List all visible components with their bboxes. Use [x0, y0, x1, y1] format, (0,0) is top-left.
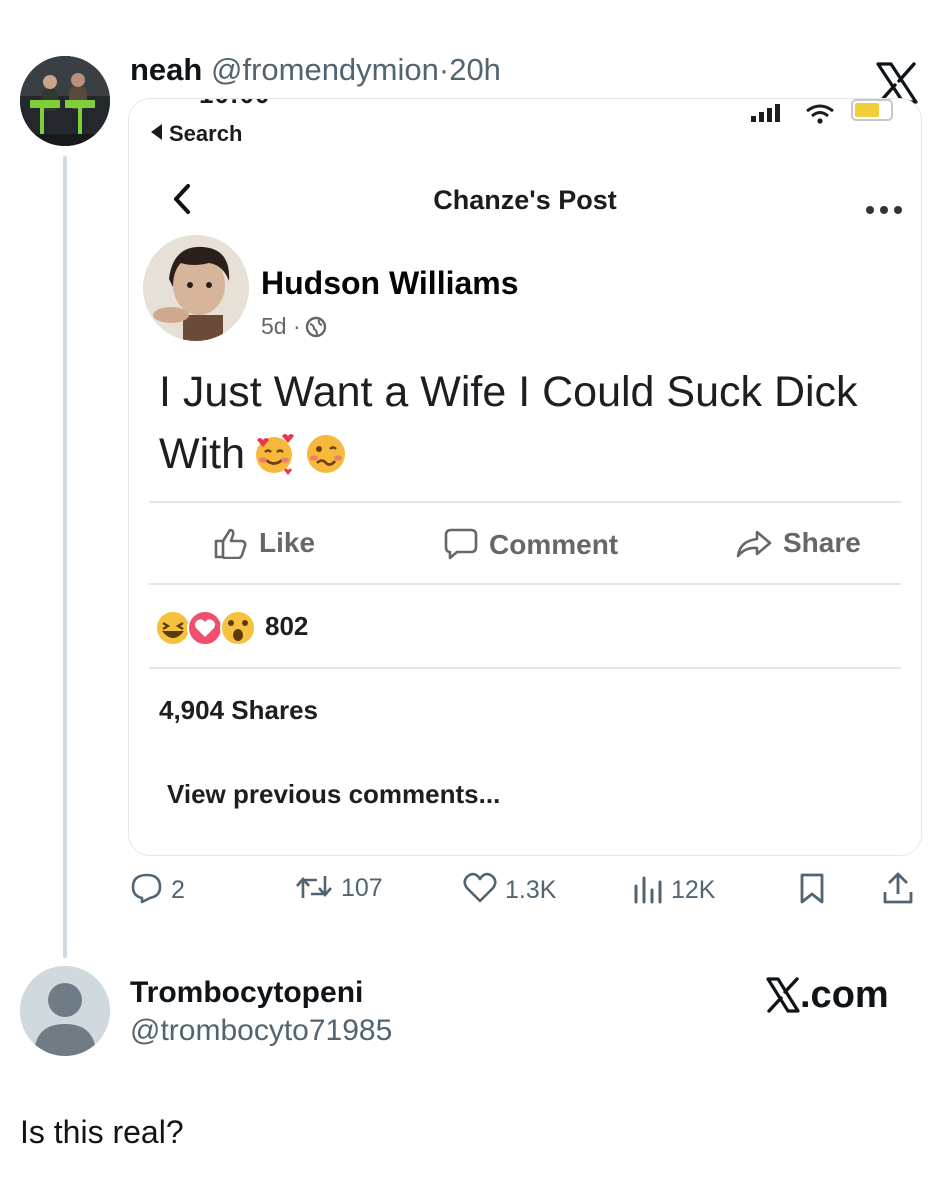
- share-arrow-icon: [736, 530, 772, 558]
- fb-author-name: Hudson Williams: [261, 265, 519, 301]
- divider: [149, 583, 901, 585]
- signal-icon: [751, 103, 785, 128]
- divider: [149, 501, 901, 503]
- comment-action: Comment: [443, 527, 618, 561]
- tweet-author-line: neah @fromendymion·20h: [130, 52, 501, 88]
- back-search-label: Search: [169, 121, 243, 146]
- repost-count: 107: [341, 874, 383, 902]
- more-options-icon: [865, 195, 903, 221]
- tweet-time[interactable]: 20h: [449, 52, 501, 87]
- x-logo-icon: [766, 977, 800, 1013]
- thumbs-up-icon: [214, 528, 247, 560]
- fb-author-avatar: [143, 235, 249, 341]
- wifi-icon: [805, 103, 835, 130]
- surprised-face-emoji: [220, 610, 256, 646]
- reply-count: 2: [171, 876, 185, 904]
- back-triangle-icon: [151, 124, 162, 140]
- reply-author-handle[interactable]: @trombocyto71985: [130, 1014, 392, 1048]
- x-com-watermark: .com: [766, 974, 889, 1017]
- thread-line: [63, 156, 67, 958]
- like-label: Like: [259, 527, 316, 558]
- reply-author-name[interactable]: Trombocytopeni: [130, 976, 363, 1010]
- comment-label: Comment: [489, 529, 619, 560]
- reply-button[interactable]: 2: [130, 872, 185, 905]
- battery-icon: [851, 99, 893, 121]
- views-button[interactable]: 12K: [632, 872, 715, 905]
- post-title: Chanze's Post: [433, 185, 617, 215]
- woozy-face-emoji: [303, 430, 349, 493]
- post-text-line2-wrap: With: [159, 423, 909, 493]
- share-upload-icon: [883, 872, 913, 904]
- smiling-face-with-hearts-emoji: [251, 430, 297, 493]
- reply-text: Is this real?: [20, 1114, 184, 1150]
- fb-post-age-text: 5d ·: [261, 313, 301, 339]
- comment-bubble-icon: [444, 528, 478, 560]
- share-label: Share: [783, 527, 861, 558]
- author-avatar[interactable]: [20, 56, 110, 146]
- reaction-icons: [153, 609, 263, 652]
- share-action: Share: [735, 527, 861, 559]
- reply-author-avatar[interactable]: [20, 966, 110, 1056]
- back-to-search: Search: [151, 121, 242, 147]
- divider: [149, 667, 901, 669]
- reaction-count: 802: [265, 611, 309, 641]
- status-bar-time: 10:00: [199, 99, 271, 110]
- embedded-screenshot[interactable]: 10:00 Search Chanze's Post: [128, 98, 922, 856]
- heart-icon: [463, 872, 497, 903]
- share-button[interactable]: [882, 872, 921, 907]
- author-name[interactable]: neah: [130, 52, 202, 87]
- view-previous-comments: View previous comments...: [167, 779, 501, 809]
- like-button[interactable]: 1.3K: [462, 872, 556, 905]
- separator-dot: ·: [438, 52, 450, 87]
- repost-button[interactable]: 107: [294, 872, 383, 903]
- reply-bubble-icon: [131, 873, 162, 904]
- like-action: Like: [213, 527, 316, 560]
- views-bar-chart-icon: [634, 876, 662, 904]
- like-count: 1.3K: [505, 876, 557, 904]
- views-count: 12K: [671, 876, 716, 904]
- laughing-face-emoji: [155, 610, 191, 646]
- bookmark-button[interactable]: [798, 872, 833, 905]
- fb-post-age: 5d ·: [261, 313, 327, 340]
- shares-count: 4,904 Shares: [159, 695, 319, 725]
- watermark-text: .com: [800, 974, 889, 1016]
- post-text-line1: I Just Want a Wife I Could Suck Dick: [159, 368, 858, 416]
- heart-reaction: [187, 610, 223, 646]
- globe-icon: [305, 316, 326, 338]
- post-text-line2: With: [159, 430, 245, 478]
- post-text: I Just Want a Wife I Could Suck Dick Wit…: [159, 361, 909, 493]
- repost-icon: [296, 876, 332, 898]
- bookmark-icon: [800, 873, 824, 904]
- author-handle[interactable]: @fromendymion: [211, 52, 439, 87]
